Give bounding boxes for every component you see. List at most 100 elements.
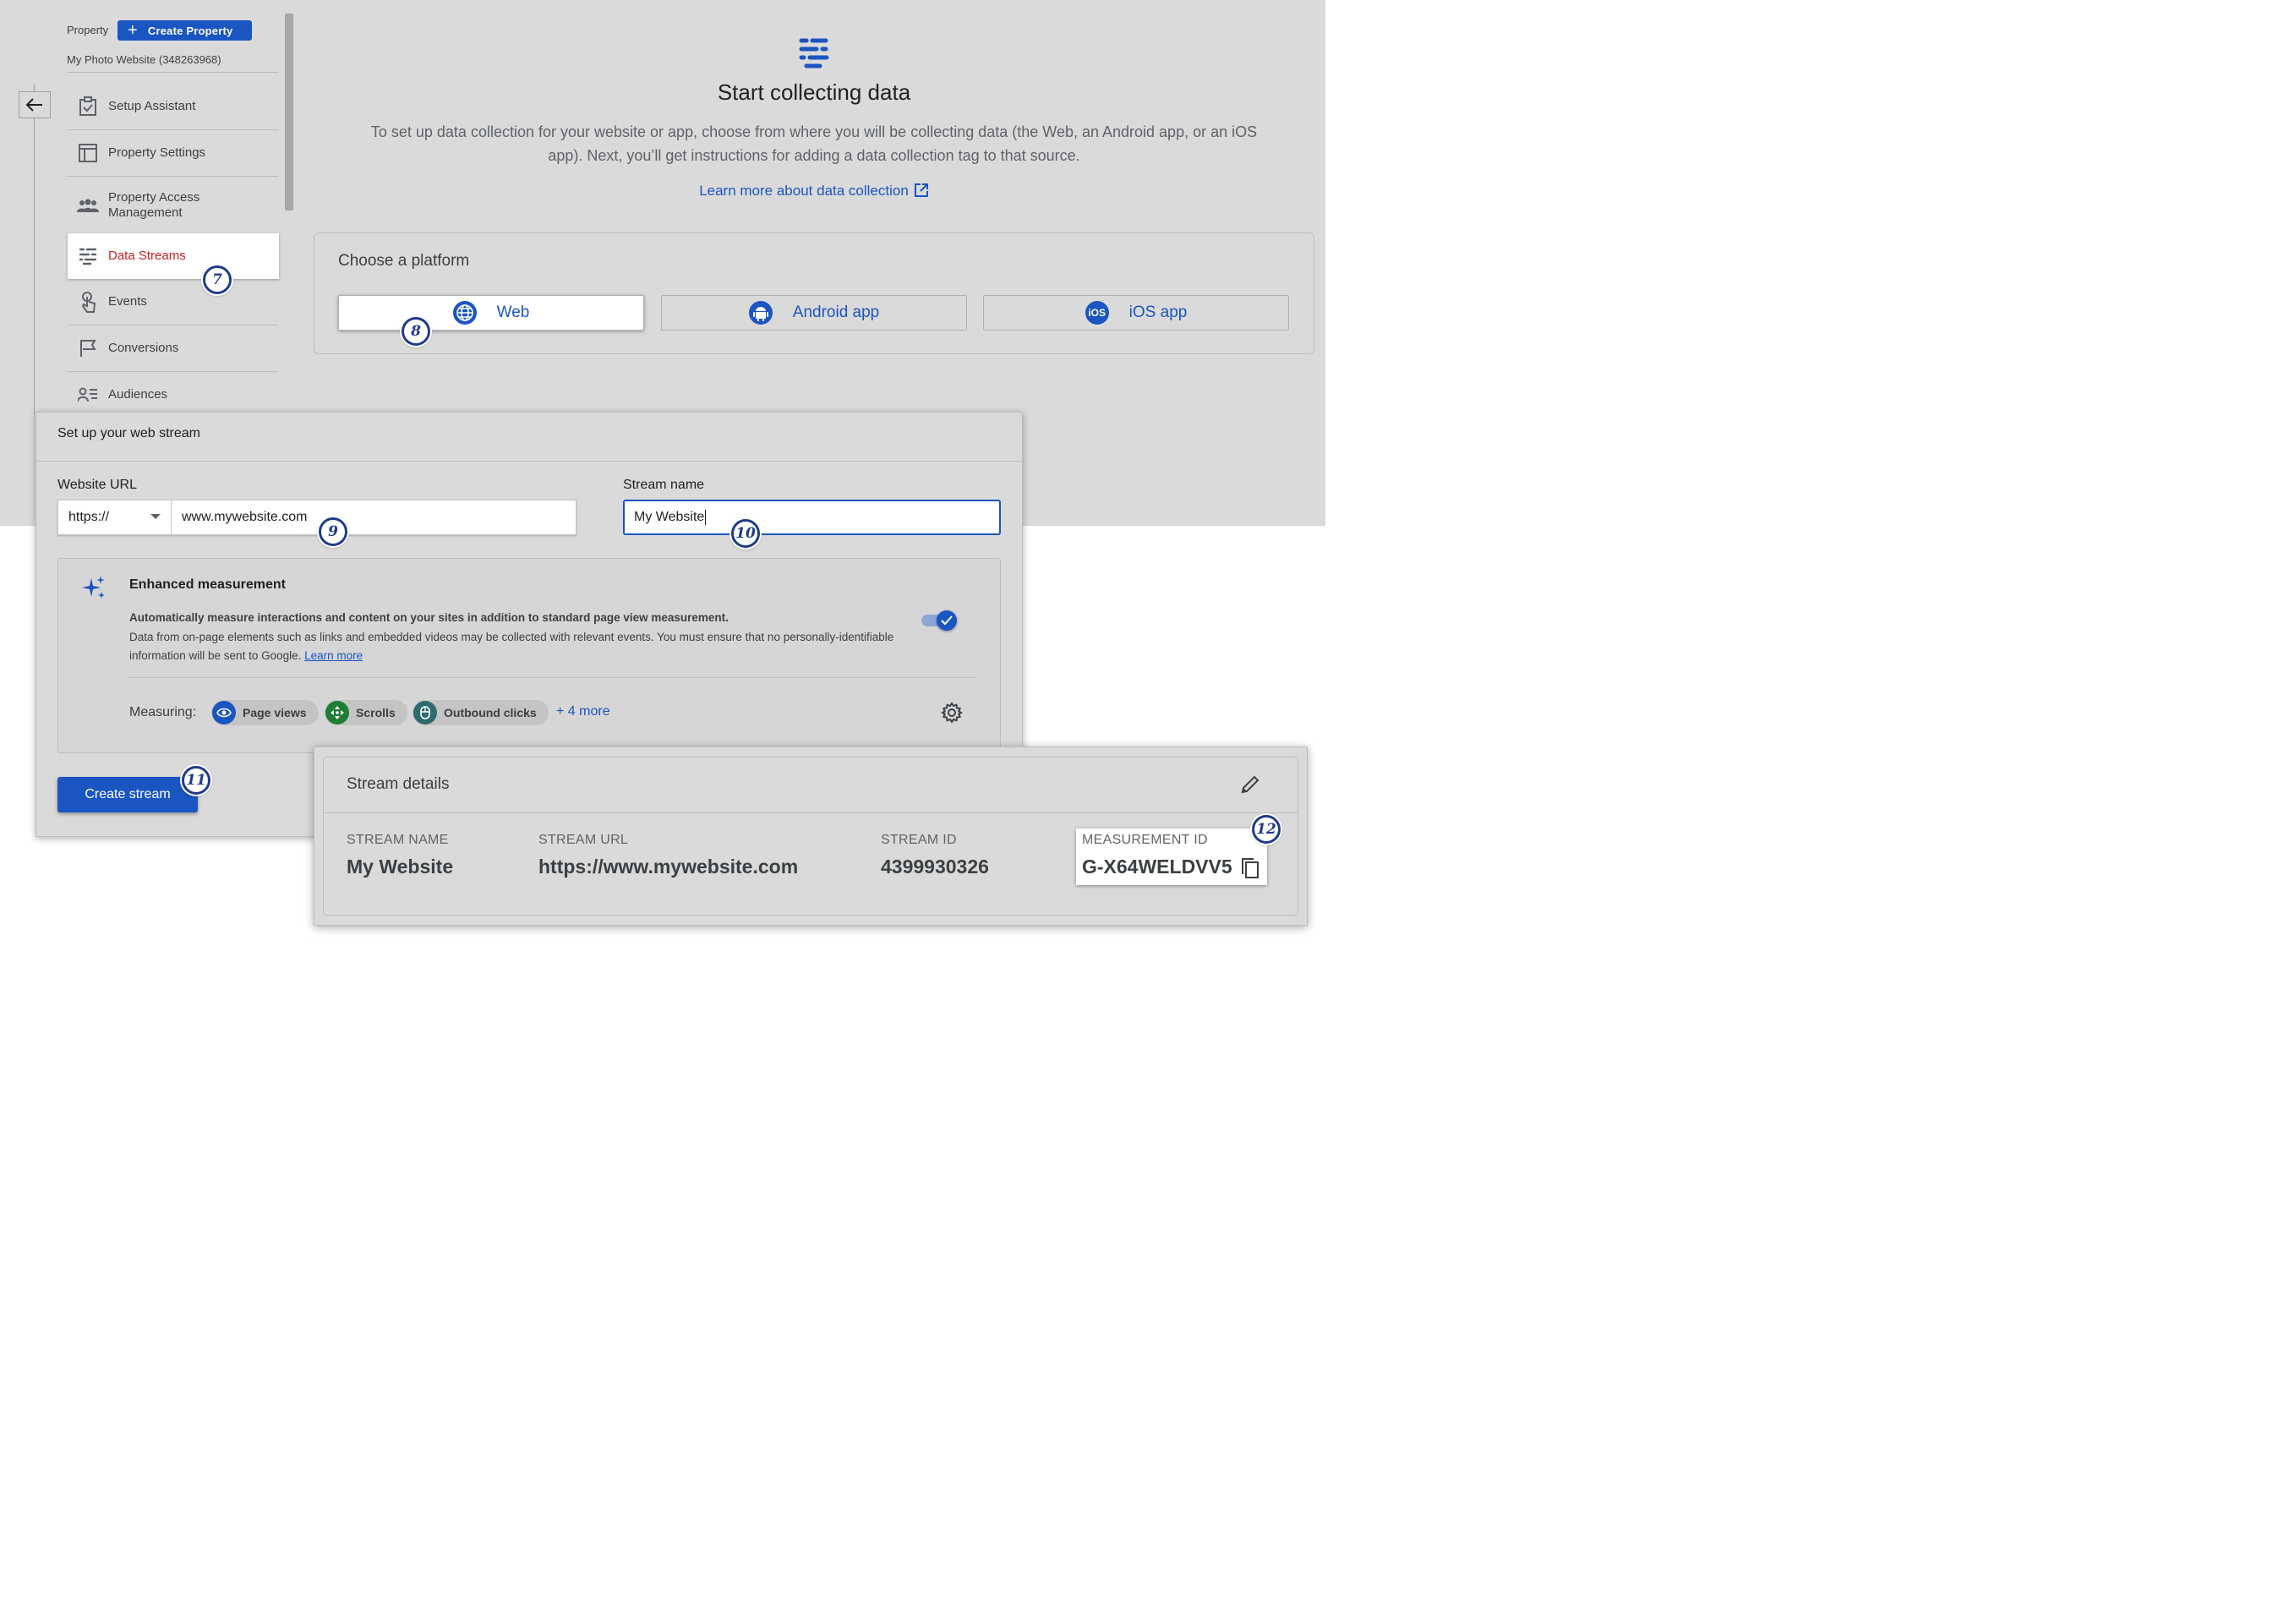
chip-label: Scrolls <box>356 706 396 719</box>
protocol-value: https:// <box>68 510 110 524</box>
stream-name-header: STREAM NAME <box>347 833 449 847</box>
stream-name-value: My Website <box>634 510 705 524</box>
nav-item-setup-assistant[interactable]: Setup Assistant <box>68 84 279 129</box>
stream-name-label: Stream name <box>623 478 705 492</box>
chip-label: Outbound clicks <box>444 706 537 719</box>
platform-title: Choose a platform <box>338 252 470 270</box>
enhanced-learn-more-link[interactable]: Learn more <box>304 649 363 662</box>
stream-url-value: https://www.mywebsite.com <box>538 856 799 878</box>
toggle-knob[interactable] <box>937 610 957 631</box>
nav-item-data-streams[interactable]: Data Streams <box>68 233 279 279</box>
platform-web-button[interactable]: Web <box>338 295 644 331</box>
move-icon <box>325 701 349 725</box>
nav-rail <box>34 85 35 414</box>
checklist-icon <box>68 96 108 117</box>
divider <box>36 461 1022 462</box>
globe-icon <box>452 301 477 325</box>
nav-item-label: Conversions <box>108 341 179 355</box>
audience-icon <box>68 387 108 402</box>
nav-divider <box>67 72 278 73</box>
property-name: My Photo Website (348263968) <box>67 53 221 66</box>
measurement-id-header: MEASUREMENT ID <box>1082 833 1208 847</box>
website-url-input[interactable]: www.mywebsite.com <box>172 500 576 534</box>
caret-down-icon <box>150 514 161 519</box>
nav-item-property-access-management[interactable]: Property Access Management <box>68 183 279 228</box>
check-icon <box>941 615 953 626</box>
people-icon <box>68 199 108 212</box>
step-marker: 9 <box>319 517 347 546</box>
enhanced-measurement-summary: Automatically measure interactions and c… <box>129 611 729 624</box>
arrow-left-icon <box>25 98 42 112</box>
property-label: Property <box>67 24 109 36</box>
plus-icon: + <box>128 21 138 40</box>
data-streams-icon <box>68 247 108 265</box>
stream-name-value: My Website <box>347 856 454 878</box>
pencil-icon[interactable] <box>1240 774 1260 799</box>
nav-item-label: Events <box>108 294 147 309</box>
platform-android-label: Android app <box>792 303 880 321</box>
chip-label: Page views <box>243 706 307 719</box>
nav-scrollbar[interactable] <box>285 14 293 211</box>
learn-more-link[interactable]: Learn more about data collection <box>313 183 1315 200</box>
platform-ios-label: iOS app <box>1128 303 1188 321</box>
create-property-button[interactable]: + Create Property <box>117 20 252 41</box>
sparkle-icon <box>81 575 107 604</box>
nav-item-label: Property Access Management <box>108 190 200 220</box>
nav-item-audiences[interactable]: Audiences <box>68 372 279 418</box>
step-marker: 10 <box>731 519 760 548</box>
touch-icon <box>68 291 108 313</box>
flag-icon <box>68 339 108 358</box>
nav-item-events[interactable]: Events <box>68 279 279 325</box>
nav-item-label: Setup Assistant <box>108 99 196 113</box>
create-property-label: Create Property <box>147 24 233 37</box>
step-marker: 7 <box>203 265 232 294</box>
nav-item-label: Audiences <box>108 387 168 402</box>
step-marker: 12 <box>1252 815 1281 844</box>
nav-item-label: Data Streams <box>108 249 186 263</box>
enhanced-desc-text: Data from on-page elements such as links… <box>129 631 894 662</box>
more-measurements-link[interactable]: + 4 more <box>556 704 610 719</box>
divider <box>129 677 976 678</box>
mouse-icon <box>413 701 437 725</box>
learn-more-link-label: Learn more about data collection <box>699 183 909 199</box>
external-link-icon <box>914 183 928 197</box>
android-icon <box>748 301 773 325</box>
platform-web-label: Web <box>496 303 530 321</box>
measurement-id-value: G-X64WELDVV5 <box>1082 856 1232 878</box>
protocol-select[interactable]: https:// <box>58 500 172 534</box>
chip-outbound-clicks: Outbound clicks <box>413 700 549 725</box>
nav-item-property-settings[interactable]: Property Settings <box>68 130 279 176</box>
gear-icon[interactable] <box>940 702 964 728</box>
stream-id-value: 4399930326 <box>881 856 989 878</box>
layout-icon <box>68 144 108 162</box>
setup-panel-title: Set up your web stream <box>57 426 200 440</box>
stream-id-header: STREAM ID <box>881 833 957 847</box>
website-url-field: https:// www.mywebsite.com <box>57 500 576 535</box>
step-marker: 8 <box>402 317 430 346</box>
create-stream-button[interactable]: Create stream <box>57 777 198 812</box>
measuring-label: Measuring: <box>129 705 197 719</box>
ios-icon: iOS <box>1085 301 1109 325</box>
back-button[interactable] <box>19 91 51 118</box>
page-title: Start collecting data <box>717 79 911 105</box>
stream-details-title: Stream details <box>347 775 450 793</box>
platform-ios-button[interactable]: iOS iOS app <box>983 295 1289 331</box>
platform-card <box>314 232 1314 354</box>
stream-name-input[interactable]: My Website <box>623 500 1001 535</box>
nav-item-conversions[interactable]: Conversions <box>68 325 279 371</box>
website-url-label: Website URL <box>57 478 137 492</box>
enhanced-measurement-description: Data from on-page elements such as links… <box>129 628 911 665</box>
copy-icon[interactable] <box>1240 857 1260 883</box>
divider <box>324 812 1298 813</box>
nav-divider <box>67 176 278 177</box>
chip-page-views: Page views <box>211 700 319 725</box>
text-cursor <box>705 510 707 525</box>
eye-icon <box>212 701 236 725</box>
step-marker: 11 <box>182 766 210 795</box>
chip-scrolls: Scrolls <box>325 700 407 725</box>
page-description: To set up data collection for your websi… <box>370 123 1258 164</box>
nav-item-label: Property Settings <box>108 145 206 160</box>
data-streams-icon <box>798 37 830 74</box>
stream-url-header: STREAM URL <box>538 833 629 847</box>
platform-android-button[interactable]: Android app <box>661 295 967 331</box>
